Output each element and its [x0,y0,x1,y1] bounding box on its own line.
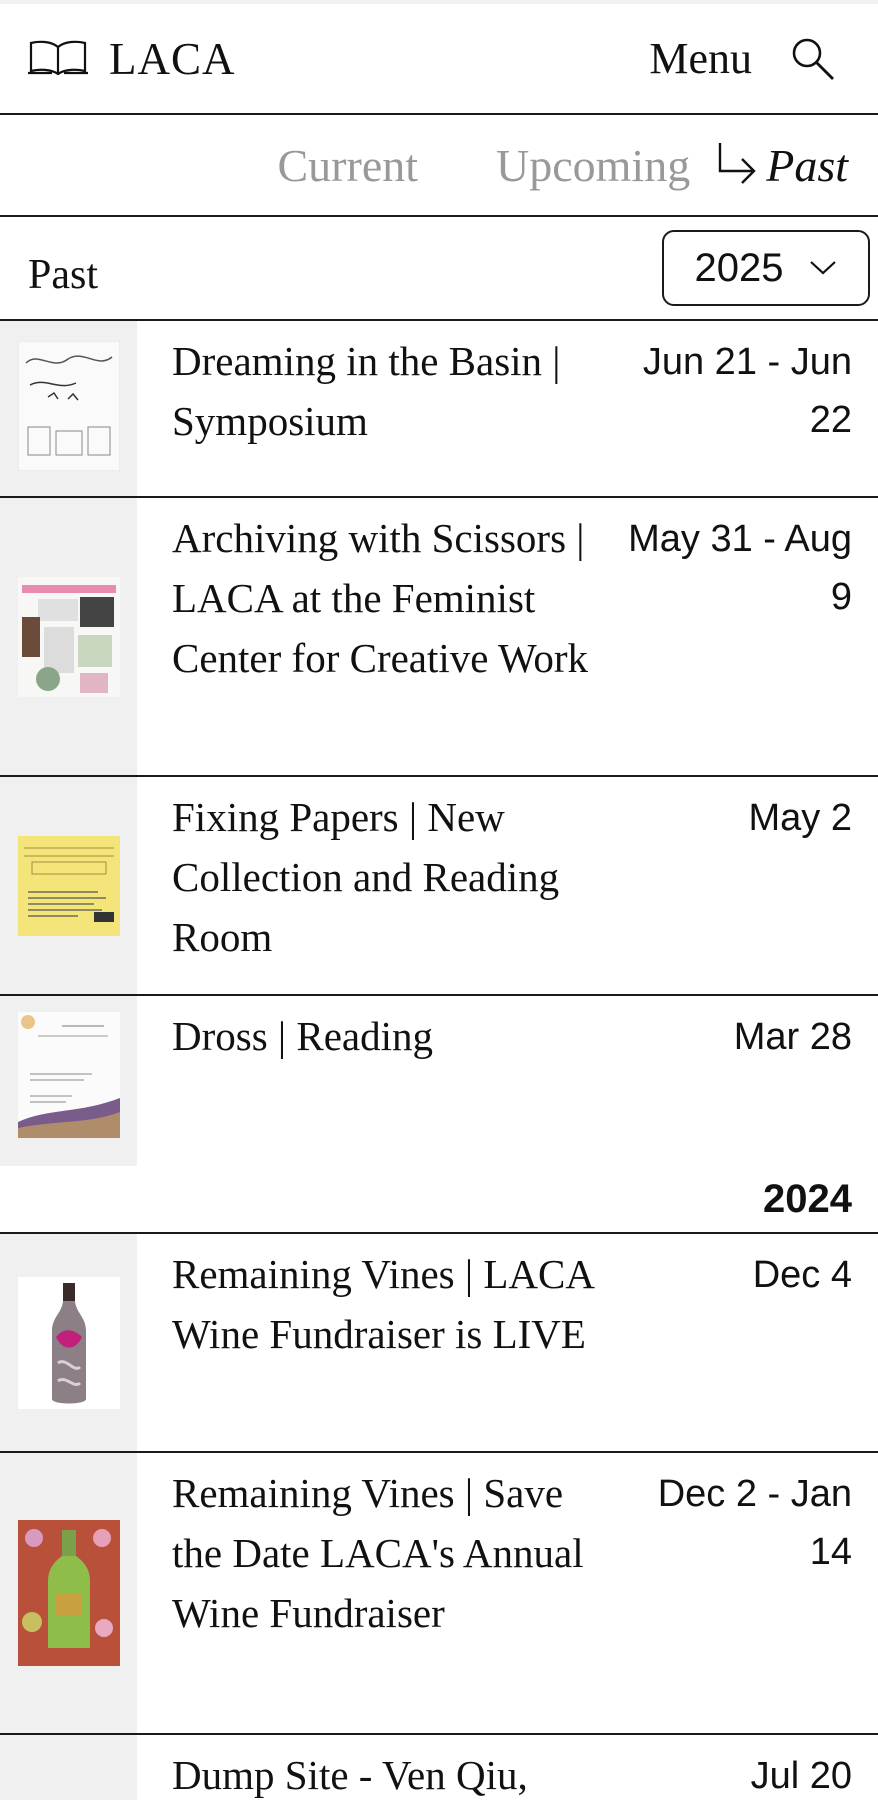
event-thumbnail [17,1276,120,1409]
event-row[interactable]: Dump Site - Ven Qiu, Jul 20 [0,1735,878,1800]
tab-current[interactable]: Current [278,139,419,192]
event-info: Fixing Papers | New Collection and Readi… [137,777,878,994]
event-info: Dross | Reading Mar 28 [137,996,878,1166]
event-date: Dec 4 [752,1254,852,1296]
event-thumbnail [17,1520,120,1666]
event-date: May 2 [748,797,852,839]
event-thumbnail-cell [0,1453,137,1733]
event-title[interactable]: Dump Site - Ven Qiu, [172,1745,602,1800]
page: LACA Menu Current Upcoming Past Past 202… [0,0,878,1800]
site-logo[interactable]: LACA [109,33,236,85]
event-title[interactable]: Remaining Vines | LACA Wine Fundraiser i… [172,1244,602,1451]
event-row[interactable]: Dreaming in the Basin | Symposium Jun 21… [0,321,878,498]
event-info: Remaining Vines | Save the Date LACA's A… [137,1453,878,1733]
event-thumbnail [17,341,120,471]
tab-upcoming[interactable]: Upcoming [496,139,690,192]
event-row[interactable]: Remaining Vines | Save the Date LACA's A… [0,1453,878,1735]
event-date: Jul 20 [750,1755,852,1797]
arrow-turn-right-icon [714,141,756,189]
event-thumbnail-cell [0,1234,137,1451]
event-row[interactable]: Dross | Reading Mar 28 [0,996,878,1166]
year-select[interactable]: 2025 [662,230,870,306]
event-thumbnail [17,1012,120,1138]
event-date: Jun 21 - Jun 22 [642,341,852,441]
event-title[interactable]: Archiving with Scissors | LACA at the Fe… [172,508,602,775]
filter-row: Past 2025 [0,217,878,321]
event-thumbnail-cell [0,777,137,994]
event-thumbnail-cell [0,1735,137,1800]
event-row[interactable]: Remaining Vines | LACA Wine Fundraiser i… [0,1234,878,1453]
event-thumbnail-cell [0,996,137,1166]
event-title[interactable]: Dreaming in the Basin | Symposium [172,331,602,496]
site-header: LACA Menu [0,0,878,115]
tab-past-label: Past [766,139,848,191]
event-info: Dump Site - Ven Qiu, Jul 20 [137,1735,878,1800]
tab-past[interactable]: Past [714,139,848,192]
book-icon [27,39,89,79]
event-tabs: Current Upcoming Past [0,115,878,217]
event-thumbnail [17,576,120,697]
event-date: May 31 - Aug 9 [628,518,852,618]
brand[interactable]: LACA [27,33,236,85]
year-select-value: 2025 [694,245,784,290]
event-info: Dreaming in the Basin | Symposium Jun 21… [137,321,878,496]
event-title[interactable]: Dross | Reading [172,1006,602,1166]
event-date: Mar 28 [733,1016,852,1058]
event-date: Dec 2 - Jan 14 [657,1473,852,1573]
search-icon[interactable] [790,36,836,82]
event-thumbnail-cell [0,498,137,775]
event-thumbnail [17,835,120,936]
section-title: Past [28,252,99,298]
event-thumbnail-cell [0,321,137,496]
chevron-down-icon [809,260,837,276]
event-row[interactable]: Fixing Papers | New Collection and Readi… [0,777,878,996]
year-divider: 2024 [0,1166,878,1234]
event-info: Remaining Vines | LACA Wine Fundraiser i… [137,1234,878,1451]
event-info: Archiving with Scissors | LACA at the Fe… [137,498,878,775]
event-title[interactable]: Remaining Vines | Save the Date LACA's A… [172,1463,602,1733]
event-row[interactable]: Archiving with Scissors | LACA at the Fe… [0,498,878,777]
event-title[interactable]: Fixing Papers | New Collection and Readi… [172,787,602,994]
menu-button[interactable]: Menu [649,33,752,84]
header-actions: Menu [649,33,836,84]
